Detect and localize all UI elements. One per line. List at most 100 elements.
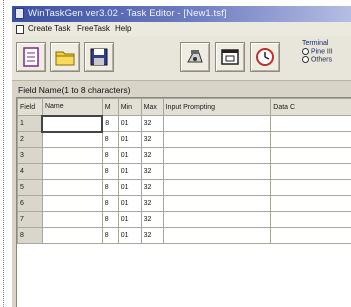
column-header-name[interactable]: Name [41, 98, 103, 116]
m-cell[interactable]: 8 [101, 147, 119, 164]
terminal-option-pine-label: Pine III [310, 48, 333, 56]
data-cell[interactable] [270, 227, 351, 244]
max-cell[interactable]: 32 [140, 195, 164, 212]
name-cell[interactable] [41, 179, 103, 196]
window-icon [221, 49, 239, 65]
input-prompting-cell[interactable] [162, 195, 272, 212]
terminal-option-others-label: Others [310, 56, 332, 64]
row-field-number: 8 [17, 227, 43, 244]
window-button[interactable] [215, 42, 245, 72]
max-cell[interactable]: 32 [140, 131, 164, 148]
radio-icon[interactable] [302, 56, 309, 64]
row-field-number: 2 [17, 131, 43, 148]
table-row[interactable]: 7 8 01 32 [17, 211, 351, 228]
min-cell[interactable]: 01 [117, 131, 142, 148]
input-prompting-cell[interactable] [162, 115, 272, 132]
m-cell[interactable]: 8 [101, 131, 119, 148]
window-title: WinTaskGen ver3.02 - Task Editor - [New1… [28, 8, 227, 19]
name-cell[interactable] [41, 131, 103, 148]
max-cell[interactable]: 32 [140, 147, 164, 164]
column-header-field[interactable]: Field [17, 98, 43, 116]
name-cell[interactable] [41, 114, 104, 133]
terminal-group: Terminal Pine III Others [302, 40, 351, 70]
min-cell[interactable]: 01 [117, 227, 142, 244]
table-row[interactable]: 3 8 01 32 [17, 147, 351, 164]
menu-help[interactable]: Help [115, 24, 131, 33]
column-header-max[interactable]: Max [140, 98, 164, 116]
row-field-number: 3 [17, 147, 43, 164]
column-header-data[interactable]: Data C [270, 98, 351, 116]
new-document-button[interactable] [16, 42, 46, 72]
data-cell[interactable] [270, 115, 351, 132]
data-cell[interactable] [270, 211, 351, 228]
data-cell[interactable] [270, 163, 351, 180]
field-grid: Field Name M Min Max Input Prompting Dat… [16, 97, 351, 307]
terminal-device-button[interactable] [180, 42, 210, 72]
max-cell[interactable]: 32 [140, 227, 164, 244]
name-cell[interactable] [41, 163, 103, 180]
clock-icon [256, 48, 274, 66]
terminal-option-others[interactable]: Others [302, 56, 351, 64]
min-cell[interactable]: 01 [117, 115, 142, 132]
task-editor-window: WinTaskGen ver3.02 - Task Editor - [New1… [12, 6, 351, 307]
m-cell[interactable]: 8 [101, 163, 119, 180]
clock-button[interactable] [250, 42, 280, 72]
input-prompting-cell[interactable] [162, 227, 272, 244]
m-cell[interactable]: 8 [101, 227, 119, 244]
input-prompting-cell[interactable] [162, 147, 272, 164]
save-button[interactable] [84, 42, 114, 72]
menu-freetask[interactable]: FreeTask [77, 24, 110, 33]
data-cell[interactable] [270, 195, 351, 212]
data-cell[interactable] [270, 131, 351, 148]
table-row[interactable]: 5 8 01 32 [17, 179, 351, 196]
name-cell[interactable] [41, 211, 103, 228]
column-header-m[interactable]: M [101, 98, 119, 116]
row-field-number: 1 [17, 115, 43, 132]
radio-icon[interactable] [302, 48, 309, 55]
column-header-input-prompting[interactable]: Input Prompting [162, 98, 272, 116]
dotted-guide-line [3, 0, 4, 307]
title-bar[interactable]: WinTaskGen ver3.02 - Task Editor - [New1… [12, 6, 351, 22]
table-row[interactable]: 1 8 01 32 [17, 114, 351, 133]
m-cell[interactable]: 8 [101, 211, 119, 228]
open-folder-button[interactable] [50, 42, 80, 72]
min-cell[interactable]: 01 [117, 211, 142, 228]
save-disk-icon [90, 48, 108, 66]
input-prompting-cell[interactable] [162, 163, 272, 180]
m-cell[interactable]: 8 [101, 195, 119, 212]
terminal-option-pine[interactable]: Pine III [302, 48, 351, 56]
table-row[interactable]: 4 8 01 32 [17, 163, 351, 180]
menu-bar: Create Task FreeTask Help [12, 22, 351, 36]
row-field-number: 6 [17, 195, 43, 212]
table-row[interactable]: 8 8 01 32 [17, 227, 351, 244]
input-prompting-cell[interactable] [162, 131, 272, 148]
min-cell[interactable]: 01 [117, 195, 142, 212]
table-header-row: Field Name M Min Max Input Prompting Dat… [17, 98, 351, 116]
name-cell[interactable] [41, 227, 103, 244]
column-header-min[interactable]: Min [117, 98, 142, 116]
max-cell[interactable]: 32 [140, 179, 164, 196]
menu-create-task[interactable]: Create Task [28, 24, 71, 33]
input-prompting-cell[interactable] [162, 179, 272, 196]
row-field-number: 7 [17, 211, 43, 228]
min-cell[interactable]: 01 [117, 163, 142, 180]
min-cell[interactable]: 01 [117, 147, 142, 164]
data-cell[interactable] [270, 147, 351, 164]
table-row[interactable]: 2 8 01 32 [17, 131, 351, 148]
name-cell[interactable] [41, 147, 103, 164]
max-cell[interactable]: 32 [140, 115, 164, 132]
max-cell[interactable]: 32 [140, 163, 164, 180]
m-cell[interactable]: 8 [101, 115, 119, 132]
field-table: Field Name M Min Max Input Prompting Dat… [17, 98, 351, 244]
input-prompting-cell[interactable] [162, 211, 272, 228]
document-icon[interactable] [16, 25, 24, 34]
row-field-number: 4 [17, 163, 43, 180]
data-cell[interactable] [270, 179, 351, 196]
max-cell[interactable]: 32 [140, 211, 164, 228]
terminal-device-icon [187, 50, 203, 63]
m-cell[interactable]: 8 [101, 179, 119, 196]
row-field-number: 5 [17, 179, 43, 196]
name-cell[interactable] [41, 195, 103, 212]
table-row[interactable]: 6 8 01 32 [17, 195, 351, 212]
min-cell[interactable]: 01 [117, 179, 142, 196]
